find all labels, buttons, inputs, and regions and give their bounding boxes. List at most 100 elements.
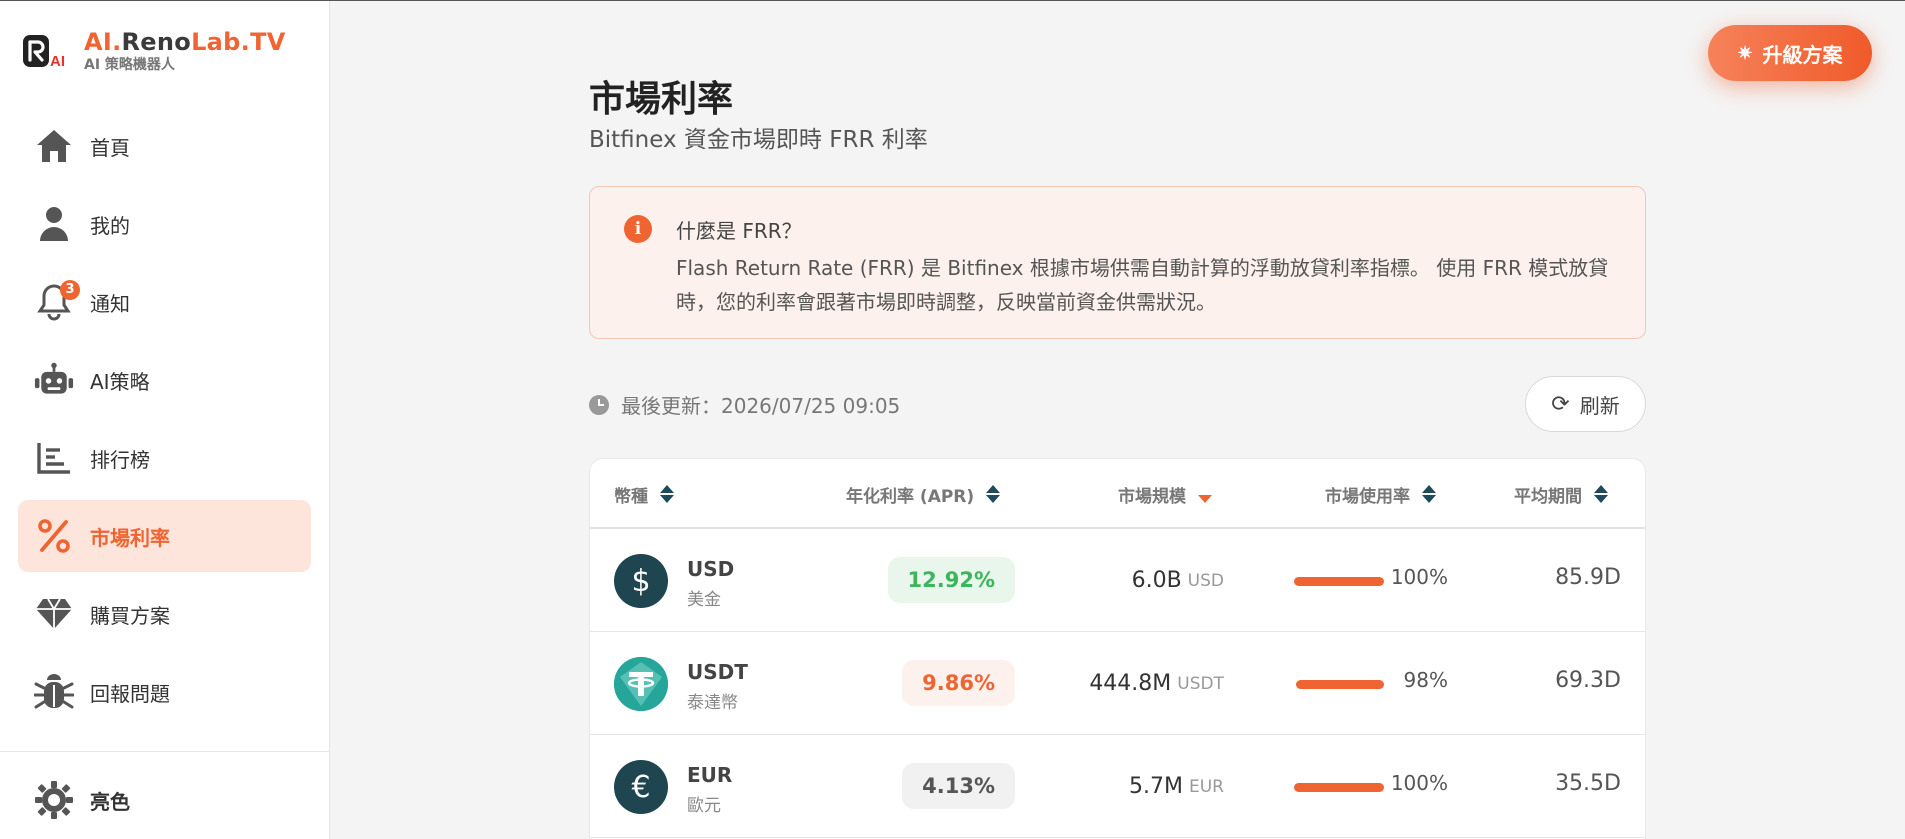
sidebar-item-label: 排行榜: [90, 447, 150, 472]
sidebar-item-label: 購買方案: [90, 603, 170, 628]
sidebar-item-label: 我的: [90, 213, 130, 238]
diamond-icon: [34, 594, 74, 634]
sidebar-item-leaderboard[interactable]: 排行榜: [18, 422, 311, 494]
sidebar-item-home[interactable]: 首頁: [18, 110, 311, 182]
sidebar-item-plans[interactable]: 購買方案: [18, 578, 311, 650]
avg-period: 35.5D: [1555, 771, 1621, 796]
market-value: 5.7M: [1129, 774, 1183, 799]
sort-icon: [1594, 485, 1608, 503]
market-unit: EUR: [1189, 776, 1224, 797]
sidebar-nav: 首頁 我的 3 通知 AI策略 排行榜 市場利率 購買方案 回報問題: [18, 110, 311, 734]
sidebar-item-label: 通知: [90, 291, 130, 316]
sidebar-item-label: 回報問題: [90, 681, 170, 706]
brand-logo-icon: AI: [22, 33, 68, 70]
clock-icon: [589, 394, 609, 415]
sort-icon: [1422, 485, 1436, 503]
info-icon: i: [624, 215, 652, 243]
market-size: 6.0B USD: [1024, 529, 1224, 632]
sun-icon: [34, 780, 74, 820]
sidebar-item-report-issue[interactable]: 回報問題: [18, 656, 311, 728]
sidebar-item-label: AI策略: [90, 369, 150, 394]
bell-icon: 3: [34, 280, 80, 322]
sidebar-divider: [0, 751, 330, 752]
sidebar-item-ai-strategy[interactable]: AI策略: [18, 344, 311, 416]
sidebar-item-notifications[interactable]: 3 通知: [18, 266, 311, 338]
sidebar-item-market-rates[interactable]: 市場利率: [18, 500, 311, 572]
coin-name: 歐元: [687, 796, 721, 816]
coin-code: USDT: [687, 660, 748, 684]
coin-code: USD: [687, 557, 735, 581]
theme-label: 亮色: [90, 789, 130, 814]
apr-value: 4.13%: [902, 763, 1015, 809]
notification-badge: 3: [60, 280, 80, 300]
sidebar-item-label: 首頁: [90, 135, 130, 160]
usd-icon: $: [614, 554, 668, 608]
header-label: 平均期間: [1514, 486, 1582, 507]
frr-info-box: i 什麼是 FRR？ Flash Return Rate (FRR) 是 Bit…: [589, 186, 1646, 339]
sidebar-item-profile[interactable]: 我的: [18, 188, 311, 260]
header-label: 市場使用率: [1325, 486, 1410, 507]
upgrade-label: 升級方案: [1762, 44, 1843, 67]
last-updated-text: 最後更新：2026/07/25 09:05: [621, 394, 901, 418]
utilization-bar: [1296, 680, 1384, 689]
info-title: 什麼是 FRR？: [676, 219, 802, 243]
header-coin[interactable]: 幣種: [614, 459, 674, 529]
apr-value: 12.92%: [887, 557, 1015, 603]
refresh-label: 刷新: [1579, 395, 1620, 418]
chart-icon: [34, 438, 74, 478]
table-row[interactable]: $ USD 美金 12.92% 6.0B USD 100% 85.9D: [590, 529, 1645, 632]
home-icon: [34, 126, 74, 166]
upgrade-plan-button[interactable]: ✷ 升級方案: [1708, 25, 1872, 81]
brand-subtitle: AI 策略機器人: [84, 57, 175, 73]
avg-period: 85.9D: [1555, 565, 1621, 590]
header-market-size[interactable]: 市場規模: [1118, 459, 1212, 529]
brand-name: AI.RenoLab.TV: [84, 28, 286, 56]
header-label: 年化利率 (APR): [846, 486, 975, 507]
table-row[interactable]: USDT 泰達幣 9.86% 444.8M USDT 98% 69.3D: [590, 632, 1645, 735]
page-subtitle: Bitfinex 資金市場即時 FRR 利率: [589, 127, 928, 153]
page-title: 市場利率: [589, 79, 734, 120]
bug-icon: [34, 672, 74, 712]
robot-icon: [34, 360, 74, 400]
sidebar: AI AI.RenoLab.TV AI 策略機器人 首頁 我的 3 通知 AI策…: [0, 0, 330, 839]
utilization-percent: 100%: [1390, 771, 1448, 795]
header-label: 幣種: [614, 486, 648, 507]
sidebar-item-label: 市場利率: [90, 525, 170, 550]
coin-name: 美金: [687, 590, 721, 610]
header-utilization[interactable]: 市場使用率: [1325, 459, 1436, 529]
utilization-bar: [1294, 783, 1384, 792]
brand[interactable]: AI AI.RenoLab.TV AI 策略機器人: [22, 28, 286, 74]
last-updated: 最後更新：2026/07/25 09:05: [589, 390, 900, 419]
market-unit: USD: [1187, 570, 1224, 591]
user-icon: [34, 204, 74, 244]
top-border: [0, 0, 1905, 1]
utilization-percent: 98%: [1403, 668, 1448, 692]
market-value: 6.0B: [1131, 568, 1182, 593]
table-header: 幣種 年化利率 (APR) 市場規模 市場使用率 平均期間: [590, 459, 1645, 529]
header-avg-period[interactable]: 平均期間: [1514, 459, 1608, 529]
utilization-percent: 100%: [1390, 565, 1448, 589]
header-apr[interactable]: 年化利率 (APR): [846, 459, 1001, 529]
info-body: Flash Return Rate (FRR) 是 Bitfinex 根據市場供…: [676, 256, 1609, 314]
utilization-bar: [1294, 577, 1384, 586]
market-size: 444.8M USDT: [1024, 632, 1224, 735]
table-row[interactable]: € EUR 歐元 4.13% 5.7M EUR 100% 35.5D: [590, 735, 1645, 838]
eur-icon: €: [614, 760, 668, 814]
sort-desc-icon: [1198, 485, 1212, 503]
market-size: 5.7M EUR: [1024, 735, 1224, 838]
market-rates-table: 幣種 年化利率 (APR) 市場規模 市場使用率 平均期間 $ USD 美金 1…: [589, 458, 1646, 839]
sparkle-icon: ✷: [1737, 42, 1753, 63]
coin-name: 泰達幣: [687, 693, 738, 713]
refresh-button[interactable]: ⟳ 刷新: [1525, 376, 1646, 432]
header-label: 市場規模: [1118, 486, 1186, 507]
percent-icon: [34, 516, 74, 556]
sort-icon: [986, 485, 1001, 503]
market-unit: USDT: [1177, 673, 1224, 694]
sort-icon: [660, 485, 674, 503]
usdt-icon: [614, 657, 668, 711]
market-value: 444.8M: [1089, 671, 1172, 696]
refresh-icon: ⟳: [1551, 391, 1570, 416]
apr-value: 9.86%: [902, 660, 1015, 706]
theme-toggle[interactable]: 亮色: [34, 780, 130, 820]
avg-period: 69.3D: [1555, 668, 1621, 693]
